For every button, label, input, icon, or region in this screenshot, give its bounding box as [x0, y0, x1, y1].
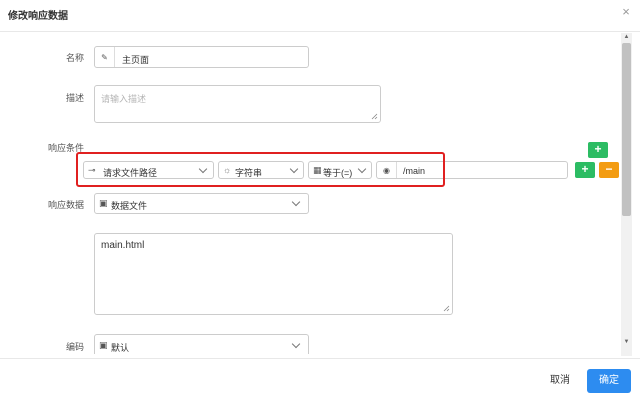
name-label: 名称	[65, 53, 84, 63]
resize-handle-icon[interactable]	[371, 113, 378, 120]
remove-condition-button[interactable]: −	[599, 162, 619, 178]
desc-label: 描述	[65, 93, 84, 103]
name-field[interactable]: ✎ 主页面	[94, 46, 309, 68]
header-divider	[0, 31, 640, 32]
chevron-down-icon	[291, 197, 301, 207]
scrollbar-thumb[interactable]	[622, 43, 631, 216]
scroll-down-icon[interactable]: ▼	[623, 339, 630, 345]
chevron-down-icon	[291, 339, 301, 349]
add-condition-group-button[interactable]: +	[588, 142, 608, 158]
ok-button[interactable]: 确定	[587, 369, 631, 393]
response-type-value: 数据文件	[111, 201, 148, 211]
add-condition-button[interactable]: +	[575, 162, 595, 178]
edit-icon: ✎	[95, 47, 115, 67]
response-content-textarea[interactable]: main.html	[94, 233, 453, 315]
encoding-label: 编码	[65, 342, 84, 352]
desc-placeholder: 请输入描述	[101, 94, 147, 104]
resize-handle-icon[interactable]	[443, 305, 450, 312]
file-icon: ▣	[99, 340, 108, 350]
footer-divider	[0, 358, 640, 359]
response-type-select[interactable]: ▣ 数据文件	[94, 193, 309, 214]
encoding-value: 默认	[111, 343, 130, 353]
encoding-select[interactable]: ▣ 默认	[94, 334, 309, 354]
response-content: main.html	[101, 240, 145, 251]
highlight-box	[76, 152, 445, 187]
close-icon[interactable]: ×	[619, 5, 633, 19]
desc-textarea[interactable]: 请输入描述	[94, 85, 381, 123]
file-icon: ▣	[99, 198, 108, 208]
cancel-button[interactable]: 取消	[538, 369, 582, 393]
response-label: 响应数据	[47, 200, 84, 210]
name-value: 主页面	[122, 55, 150, 65]
edit-response-dialog: 修改响应数据 × 名称 ✎ 主页面 描述 请输入描述 响应条件 + ⊸ 请求文件…	[0, 0, 640, 399]
scroll-up-icon[interactable]: ▲	[623, 34, 630, 40]
dialog-title: 修改响应数据	[8, 11, 68, 22]
